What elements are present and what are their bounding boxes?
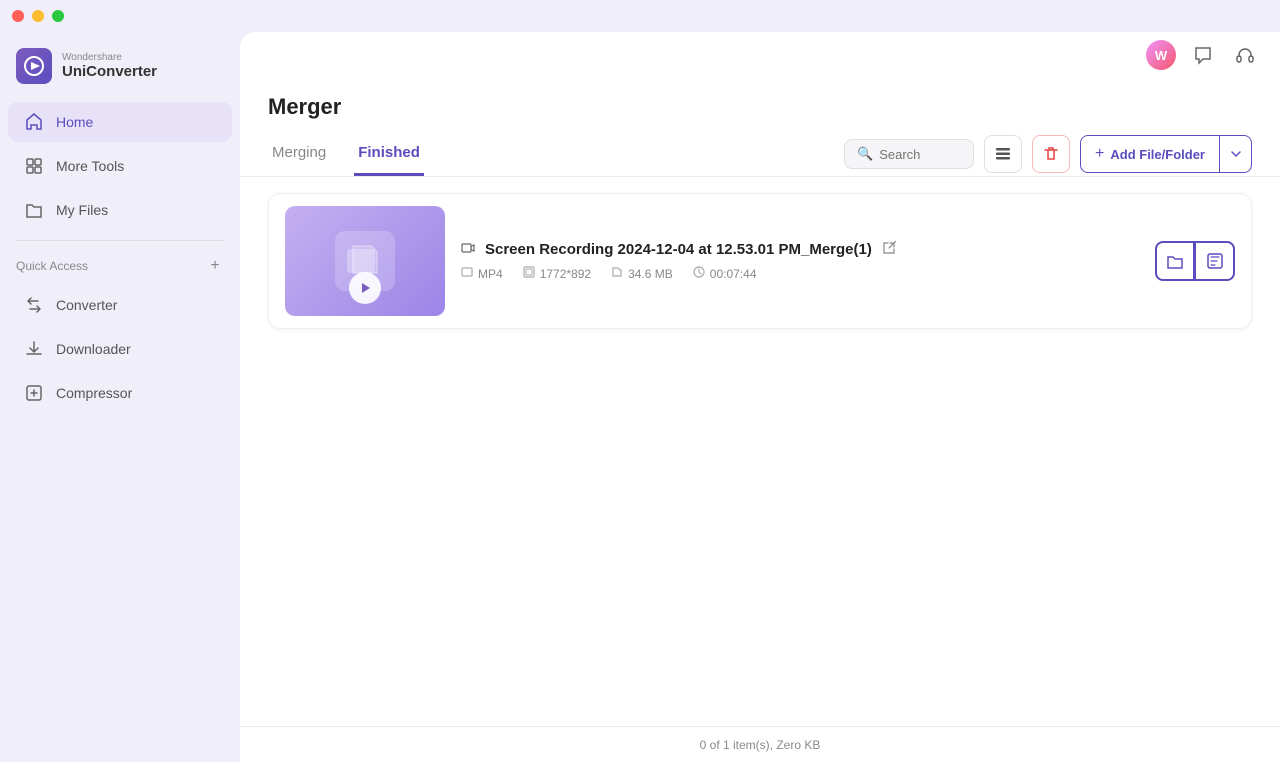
- app-name-label: UniConverter: [62, 63, 157, 80]
- logo-text: Wondershare UniConverter: [62, 52, 157, 80]
- sidebar-item-compressor[interactable]: Compressor: [8, 373, 232, 413]
- tabs-bar: Merging Finished 🔍: [240, 132, 1280, 177]
- file-resolution: 1772*892: [540, 267, 591, 281]
- duration-icon: [693, 266, 705, 281]
- open-folder-button[interactable]: [1155, 241, 1195, 281]
- avatar-initials: W: [1155, 48, 1167, 63]
- meta-size: 34.6 MB: [611, 266, 673, 281]
- converter-icon: [24, 295, 44, 315]
- file-meta: MP4 1772*892: [461, 266, 1139, 281]
- file-name: Screen Recording 2024-12-04 at 12.53.01 …: [485, 241, 872, 258]
- sidebar-item-my-files[interactable]: My Files: [8, 190, 232, 230]
- compressor-icon: [24, 383, 44, 403]
- quick-access-add-button[interactable]: +: [206, 257, 224, 275]
- minimize-dot[interactable]: [32, 10, 44, 22]
- search-box[interactable]: 🔍: [844, 139, 974, 169]
- add-file-dropdown-button[interactable]: [1220, 135, 1252, 173]
- downloader-icon: [24, 339, 44, 359]
- chat-icon-button[interactable]: [1188, 40, 1218, 70]
- sidebar-downloader-label: Downloader: [56, 341, 131, 357]
- tabs-right: 🔍: [844, 135, 1252, 173]
- sidebar-my-files-label: My Files: [56, 202, 108, 218]
- my-files-icon: [24, 200, 44, 220]
- list-view-button[interactable]: [984, 135, 1022, 173]
- resolution-icon: [523, 266, 535, 281]
- headphones-icon-button[interactable]: [1230, 40, 1260, 70]
- close-dot[interactable]: [12, 10, 24, 22]
- meta-format: MP4: [461, 266, 503, 281]
- file-info: Screen Recording 2024-12-04 at 12.53.01 …: [461, 241, 1139, 281]
- sidebar-more-tools-label: More Tools: [56, 158, 124, 174]
- file-action-button[interactable]: [1195, 241, 1235, 281]
- sidebar-divider: [16, 240, 224, 241]
- file-thumbnail: [285, 206, 445, 316]
- quick-access-label: Quick Access: [16, 259, 88, 273]
- format-icon: [461, 266, 473, 281]
- sidebar-home-label: Home: [56, 114, 93, 130]
- file-duration: 00:07:44: [710, 267, 757, 281]
- file-size: 34.6 MB: [628, 267, 673, 281]
- plus-icon: +: [1095, 145, 1104, 163]
- app-layout: Wondershare UniConverter Home: [0, 32, 1280, 762]
- delete-button[interactable]: [1032, 135, 1070, 173]
- add-file-button[interactable]: + Add File/Folder: [1080, 135, 1220, 173]
- header-icons: W: [1146, 40, 1260, 70]
- sidebar-compressor-label: Compressor: [56, 385, 132, 401]
- file-name-row: Screen Recording 2024-12-04 at 12.53.01 …: [461, 241, 1139, 258]
- brand-label: Wondershare: [62, 52, 157, 63]
- main-content: W Merger: [240, 32, 1280, 762]
- search-icon: 🔍: [857, 146, 873, 162]
- logo-area: Wondershare UniConverter: [0, 40, 240, 100]
- quick-access-header: Quick Access +: [0, 249, 240, 283]
- home-icon: [24, 112, 44, 132]
- sidebar-item-downloader[interactable]: Downloader: [8, 329, 232, 369]
- file-format: MP4: [478, 267, 503, 281]
- size-icon: [611, 266, 623, 281]
- more-tools-icon: [24, 156, 44, 176]
- user-avatar[interactable]: W: [1146, 40, 1176, 70]
- sidebar-item-more-tools[interactable]: More Tools: [8, 146, 232, 186]
- file-action-group: [1155, 241, 1235, 281]
- tab-finished[interactable]: Finished: [354, 132, 424, 176]
- add-file-folder-group: + Add File/Folder: [1080, 135, 1252, 173]
- search-input[interactable]: [879, 147, 959, 162]
- meta-duration: 00:07:44: [693, 266, 757, 281]
- status-bar: 0 of 1 item(s), Zero KB: [240, 726, 1280, 762]
- sidebar-item-home[interactable]: Home: [8, 102, 232, 142]
- top-bar: W: [240, 32, 1280, 74]
- tabs-left: Merging Finished: [268, 132, 424, 176]
- open-external-icon[interactable]: [882, 241, 896, 258]
- file-list-area: Screen Recording 2024-12-04 at 12.53.01 …: [240, 177, 1280, 726]
- sidebar-item-converter[interactable]: Converter: [8, 285, 232, 325]
- page-header: Merger: [240, 74, 1280, 132]
- maximize-dot[interactable]: [52, 10, 64, 22]
- sidebar: Wondershare UniConverter Home: [0, 32, 240, 762]
- page-title: Merger: [268, 94, 1252, 120]
- tab-merging[interactable]: Merging: [268, 132, 330, 176]
- play-button[interactable]: [349, 272, 381, 304]
- table-row: Screen Recording 2024-12-04 at 12.53.01 …: [268, 193, 1252, 329]
- video-icon: [461, 241, 475, 258]
- status-text: 0 of 1 item(s), Zero KB: [700, 738, 821, 752]
- meta-resolution: 1772*892: [523, 266, 591, 281]
- titlebar: [0, 0, 1280, 32]
- sidebar-converter-label: Converter: [56, 297, 117, 313]
- app-logo-icon: [16, 48, 52, 84]
